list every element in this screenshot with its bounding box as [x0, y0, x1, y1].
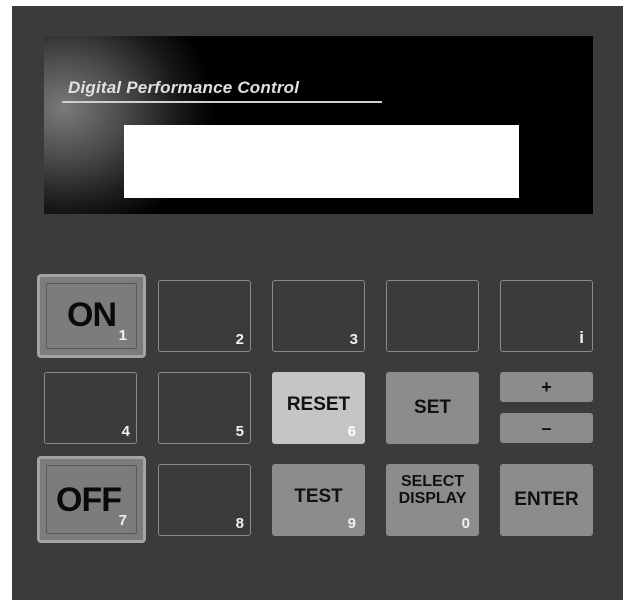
- test-button[interactable]: TEST 9: [272, 464, 365, 536]
- enter-button[interactable]: ENTER: [500, 464, 593, 536]
- display-title: Digital Performance Control: [68, 78, 300, 97]
- key-4[interactable]: 4: [44, 372, 137, 444]
- set-label: SET: [414, 397, 451, 418]
- key-8[interactable]: 8: [158, 464, 251, 536]
- on-key-number: 1: [118, 327, 127, 344]
- select-display-label: SELECT DISPLAY: [387, 473, 478, 507]
- plus-button[interactable]: +: [500, 372, 593, 402]
- minus-icon: –: [541, 418, 552, 438]
- select-display-button[interactable]: SELECT DISPLAY 0: [386, 464, 479, 536]
- key-5-number: 5: [235, 423, 244, 440]
- set-button[interactable]: SET: [386, 372, 479, 444]
- key-2-number: 2: [235, 331, 244, 348]
- on-label: ON: [67, 296, 117, 334]
- info-button[interactable]: i: [500, 280, 593, 352]
- title-underline: [62, 101, 382, 103]
- plus-icon: +: [541, 377, 552, 397]
- select-key-number: 0: [461, 515, 470, 532]
- display-screen: Digital Performance Control: [44, 36, 593, 214]
- key-2[interactable]: 2: [158, 280, 251, 352]
- reset-label: RESET: [286, 394, 351, 416]
- key-blank[interactable]: [386, 280, 479, 352]
- minus-button[interactable]: –: [500, 413, 593, 443]
- select-label-line1: SELECT: [400, 473, 465, 490]
- off-label: OFF: [56, 481, 122, 519]
- key-5[interactable]: 5: [158, 372, 251, 444]
- info-icon: i: [579, 328, 584, 347]
- key-3-number: 3: [349, 331, 358, 348]
- test-key-number: 9: [347, 515, 356, 532]
- key-8-number: 8: [235, 515, 244, 532]
- reset-button[interactable]: RESET 6: [272, 372, 365, 444]
- on-button[interactable]: ON 1: [37, 274, 146, 358]
- reset-key-number: 6: [347, 423, 356, 440]
- select-label-line2: DISPLAY: [398, 490, 467, 507]
- lcd-readout: [124, 125, 519, 198]
- key-4-number: 4: [121, 423, 130, 440]
- key-3[interactable]: 3: [272, 280, 365, 352]
- test-label: TEST: [294, 485, 343, 507]
- enter-label: ENTER: [514, 489, 579, 510]
- off-key-number: 7: [118, 512, 127, 529]
- off-button[interactable]: OFF 7: [37, 456, 146, 543]
